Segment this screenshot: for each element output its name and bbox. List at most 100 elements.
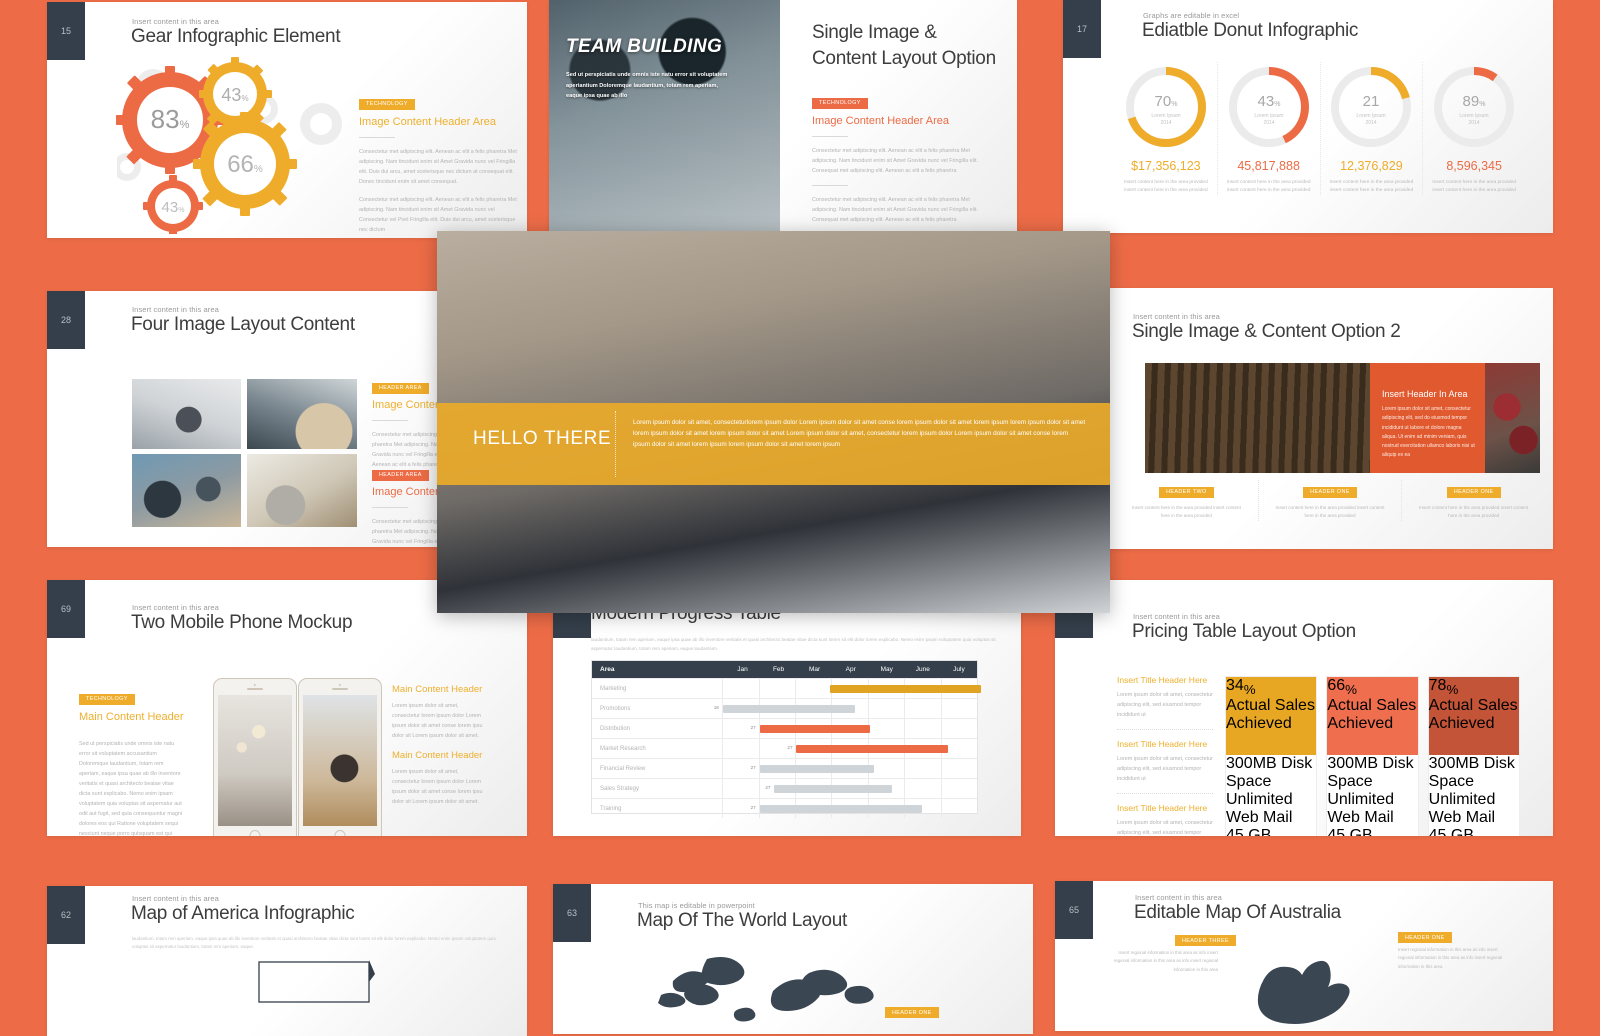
- intro-text: laudantium, totam rem aperiam, eaque ips…: [132, 936, 496, 950]
- pricing-card[interactable]: 34% Actual Sales Achieved 300MB Disk Space…: [1225, 676, 1318, 836]
- slide-donut-infographic[interactable]: 17 Graphs are editable in excel Ediatble…: [1063, 0, 1553, 233]
- table-row[interactable]: Sales Strategy 27: [592, 778, 977, 798]
- table-row[interactable]: Financial Review 27: [592, 758, 977, 778]
- slide-gear-infographic[interactable]: 15 Insert content in this area Gear Info…: [47, 2, 527, 238]
- header-chip-1: HEADER TWO: [1159, 486, 1214, 498]
- pricing-card-header: 66% Actual Sales Achieved: [1327, 677, 1418, 755]
- donut-description: Insert content here in the area provided…: [1432, 180, 1516, 194]
- content-header: Main Content Header: [79, 711, 184, 723]
- slide-progress-table[interactable]: Modern Progress Table laudantium, totam …: [553, 580, 1021, 836]
- donut-chart-3: 21 Lorem Ipsum2014: [1331, 67, 1412, 147]
- bar-value-label: 27: [765, 785, 771, 790]
- table-row[interactable]: Training 27: [592, 798, 977, 818]
- slide-title: Gear Infographic Element: [131, 26, 341, 47]
- header-area-chip-2: HEADER AREA: [372, 469, 429, 481]
- header-three-chip: HEADER THREE: [1175, 935, 1236, 946]
- slide-kicker: Insert content in this area: [132, 894, 219, 903]
- progress-table[interactable]: Area Jan Feb Mar Apr May June July Marketing Pro…: [591, 660, 981, 818]
- hero-overlay-slide[interactable]: HELLO THERE Lorem ipsum dolor sit amet, …: [437, 231, 1110, 613]
- footer-col-2: HEADER ONE Insert content here in the ar…: [1259, 480, 1403, 521]
- header-chip-2: HEADER ONE: [1303, 486, 1357, 498]
- footer-text-2: Insert content here in the area provided…: [1275, 505, 1385, 519]
- pricing-card[interactable]: 66% Actual Sales Achieved 300MB Disk Space…: [1326, 676, 1419, 836]
- svg-text:2014: 2014: [1263, 120, 1274, 126]
- pricing-card-row: 34% Actual Sales Achieved 300MB Disk Space…: [1225, 676, 1520, 836]
- donut-amount: 8,596,345: [1446, 159, 1502, 173]
- slide-map-america[interactable]: 62 Insert content in this area Map of Am…: [47, 886, 527, 1036]
- left-header-2: Insert Title Header Here: [1117, 739, 1208, 749]
- donut-item: 70% Lorem Ipsum 2014 $17,356,123 Insert cont…: [1115, 62, 1217, 195]
- image-overlay-text: Sed ut perspiciatis unde omnis iste natu…: [566, 72, 728, 100]
- table-body: Marketing Promotions 18 Distribution 27 Marke…: [592, 678, 981, 818]
- footer-col-1: HEADER TWO Insert content here in the ar…: [1115, 480, 1259, 521]
- hero-title: HELLO THERE: [473, 428, 612, 449]
- pricing-card[interactable]: 78% Actual Sales Achieved 300MB Disk Space…: [1427, 676, 1520, 836]
- svg-text:21: 21: [1363, 93, 1380, 110]
- slide-single-image-content[interactable]: TEAM BUILDING Sed ut perspiciatis unde o…: [549, 0, 1017, 234]
- table-row[interactable]: Promotions 18: [592, 698, 977, 718]
- divider-1: [372, 420, 408, 421]
- row-area-label: Sales Strategy: [600, 785, 640, 792]
- home-button-icon: [334, 830, 346, 836]
- slide-title: Single Image & Content Option 2: [1132, 321, 1401, 342]
- pricing-caption: Actual Sales Achieved: [1226, 697, 1315, 733]
- gear-chart: 83% 43% 66% 43%: [116, 57, 297, 234]
- photo-desk: [247, 379, 357, 449]
- pricing-feature: 300MB Disk Space: [1327, 755, 1414, 790]
- pricing-feature: 45 GB bandwidth: [1327, 827, 1373, 836]
- right-text-1: Lorem ipsum dolor sit amet, consectetur …: [392, 703, 483, 739]
- row-area-label: Promotions: [600, 705, 631, 712]
- table-col-month: Apr: [845, 666, 856, 673]
- content-header: Image Content Header Area: [812, 115, 949, 127]
- intro-text: laudantium, totam rem aperiam, eaque ips…: [591, 637, 996, 651]
- speaker-icon: [332, 688, 348, 690]
- footer-text-1: Insert content here in the area provided…: [1131, 505, 1241, 519]
- table-row[interactable]: Distribution 27: [592, 718, 977, 738]
- pricing-percent: 66%: [1327, 677, 1357, 698]
- pricing-caption: Actual Sales Achieved: [1428, 697, 1518, 733]
- grid-cell: [722, 739, 758, 758]
- bar-value-label: 27: [787, 745, 793, 750]
- progress-bar: [759, 725, 871, 733]
- grid-cell: [904, 759, 940, 778]
- slide-map-world[interactable]: 63 This map is editable in powerpoint Ma…: [553, 884, 1033, 1034]
- pricing-percent: 78%: [1428, 677, 1459, 698]
- slide-map-australia[interactable]: 65 Insert content in this area Editable …: [1055, 881, 1553, 1031]
- gear-43-bottom: 43%: [143, 175, 203, 234]
- grid-cell: [722, 679, 758, 698]
- table-row[interactable]: Marketing: [592, 678, 981, 698]
- bar-value-label: 27: [750, 805, 756, 810]
- left-region-text: Insert regional information in this area…: [1113, 950, 1218, 972]
- photo-audience: [1485, 363, 1540, 473]
- slide-kicker: Graphs are editable in excel: [1143, 11, 1240, 20]
- grid-cell: [794, 679, 831, 698]
- table-row[interactable]: Market Research 27: [592, 738, 977, 758]
- bar-value-label: 27: [750, 765, 756, 770]
- donut-row: 70% Lorem Ipsum 2014 $17,356,123 Insert cont…: [1115, 62, 1525, 196]
- table-col-month: Mar: [809, 666, 821, 673]
- slide-single-image-option2[interactable]: Insert content in this area Single Image…: [1055, 288, 1553, 549]
- row-area-label: Marketing: [600, 685, 627, 692]
- donut-description: Insert content here in the area provided…: [1329, 180, 1414, 194]
- donut-amount: 12,376,829: [1340, 159, 1403, 173]
- slide-number-tab: 65: [1055, 881, 1093, 939]
- left-header-1: Insert Title Header Here: [1117, 675, 1208, 685]
- row-area-label: Training: [600, 805, 622, 812]
- left-header-3: Insert Title Header Here: [1117, 803, 1208, 813]
- phone-mockup-left: [213, 678, 297, 836]
- paragraph: Sed ut perspiciatis unde omnis iste natu…: [79, 741, 183, 836]
- technology-chip: TECHNOLOGY: [812, 97, 868, 109]
- slide-mobile-mockup[interactable]: 69 Insert content in this area Two Mobil…: [47, 580, 527, 836]
- donut-description: Insert content here in the area provided…: [1226, 180, 1311, 194]
- australia-map-icon: [1257, 960, 1350, 1024]
- divider-2: [1117, 793, 1213, 794]
- camera-icon: [253, 683, 257, 686]
- grid-cell: [940, 759, 977, 778]
- left-text-2: Lorem ipsum dolor sit amet, consectetur …: [1117, 756, 1213, 782]
- slide-title: Map of America Infographic: [131, 903, 355, 924]
- right-header-2: Main Content Header: [392, 750, 483, 761]
- svg-text:2014: 2014: [1366, 120, 1377, 126]
- slide-pricing-table[interactable]: Insert content in this area Pricing Tabl…: [1055, 580, 1553, 836]
- phone-mockup-right: [298, 678, 382, 836]
- right-region-text: Insert regional information in this area…: [1398, 947, 1503, 969]
